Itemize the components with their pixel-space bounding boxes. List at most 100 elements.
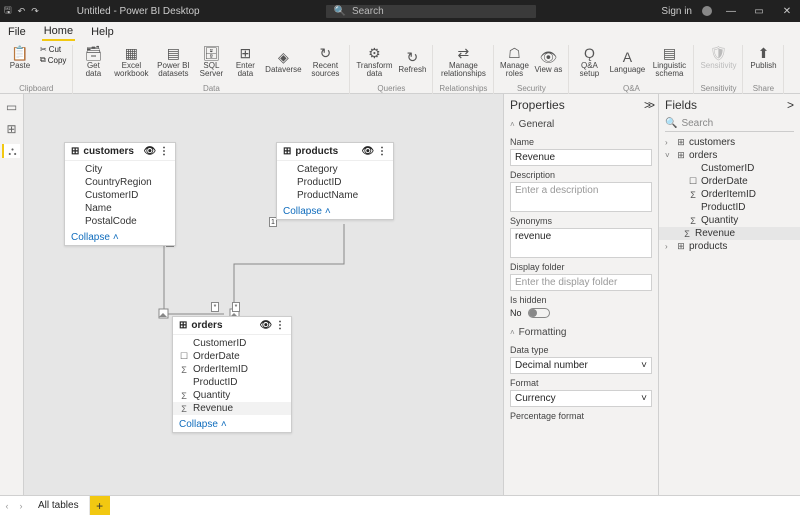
excel-icon: ▦ [123, 45, 139, 61]
field-productid[interactable]: ProductID [277, 176, 393, 189]
fields-title: Fields [665, 98, 697, 112]
expand-pane-icon[interactable]: > [787, 98, 794, 112]
field-customerid[interactable]: CustomerID [173, 337, 291, 350]
recent-sources-button[interactable]: ↻Recent sources [307, 45, 343, 78]
manage-roles-button[interactable]: ☖Manage roles [500, 45, 528, 78]
tree-field-productid[interactable]: ProductID [665, 201, 794, 214]
report-view-icon[interactable]: ▭ [5, 100, 19, 114]
collapse-link[interactable]: Collapse˄ [277, 204, 393, 219]
manage-relationships-button[interactable]: ⇄Manage relationships [445, 45, 481, 78]
section-general[interactable]: ˄General [510, 116, 652, 133]
properties-pane: Properties>> ˄General Name Revenue Descr… [503, 94, 658, 495]
titlebar: 🖫 ↶ ↷ Untitled - Power BI Desktop 🔍 Sear… [0, 0, 800, 22]
collapse-link[interactable]: Collapse˄ [65, 230, 175, 245]
field-quantity[interactable]: ΣQuantity [173, 389, 291, 402]
prop-syn-input[interactable]: revenue [510, 228, 652, 258]
minimize-button[interactable]: — [722, 6, 740, 17]
signin-link[interactable]: Sign in [661, 6, 692, 17]
prop-desc-input[interactable]: Enter a description [510, 182, 652, 212]
prop-datatype-select[interactable]: Decimal number˅ [510, 357, 652, 374]
qa-icon: Ǫ [581, 45, 597, 61]
field-category[interactable]: Category [277, 163, 393, 176]
view-rail: ▭ ⊞ ⛬ [0, 94, 24, 495]
close-button[interactable]: ✕ [778, 6, 796, 17]
search-box[interactable]: 🔍 Search [326, 5, 536, 18]
menu-file[interactable]: File [6, 24, 28, 40]
section-formatting[interactable]: ˄Formatting [510, 324, 652, 341]
tree-field-orderdate[interactable]: ☐OrderDate [665, 175, 794, 188]
table-products[interactable]: ⊞products👁 ⋮ Category ProductID ProductN… [276, 142, 394, 220]
field-customerid[interactable]: CustomerID [65, 189, 175, 202]
fields-search[interactable]: 🔍Search [665, 116, 794, 132]
maximize-button[interactable]: ▭ [750, 6, 768, 17]
field-productname[interactable]: ProductName [277, 189, 393, 202]
sensitivity-button[interactable]: 🛡Sensitivity [700, 45, 736, 70]
tree-field-quantity[interactable]: ΣQuantity [665, 214, 794, 227]
dataverse-icon: ◈ [275, 49, 291, 65]
table-more-icon[interactable]: 👁 ⋮ [144, 146, 169, 157]
table-orders[interactable]: ⊞orders👁 ⋮ CustomerID☐OrderDateΣOrderIte… [172, 316, 292, 433]
prop-hidden-toggle[interactable]: No [510, 308, 652, 318]
model-canvas[interactable]: 1 * 1 * ⊞customers👁 ⋮ City CountryRegion… [24, 94, 503, 495]
linguistic-schema-button[interactable]: ▤Linguistic schema [651, 45, 687, 78]
table-more-icon[interactable]: 👁 ⋮ [260, 320, 285, 331]
prop-folder-label: Display folder [510, 262, 652, 272]
pbi-datasets-button[interactable]: ▤Power BI datasets [155, 45, 191, 78]
tree-field-revenue[interactable]: ΣRevenue [659, 227, 800, 240]
save-icon[interactable]: 🖫 [4, 3, 12, 19]
tree-orders[interactable]: ˅⊞orders [665, 149, 794, 162]
refresh-button[interactable]: ↻Refresh [398, 45, 426, 78]
field-productid[interactable]: ProductID [173, 376, 291, 389]
collapse-link[interactable]: Collapse˄ [173, 417, 291, 432]
add-layout-button[interactable]: + [90, 496, 110, 515]
field-countryregion[interactable]: CountryRegion [65, 176, 175, 189]
enter-data-button[interactable]: ⊞Enter data [231, 45, 259, 78]
properties-title: Properties [510, 98, 565, 112]
get-data-button[interactable]: 🗃Get data [79, 45, 107, 78]
tree-customers[interactable]: ›⊞customers [665, 136, 794, 149]
field-orderitemid[interactable]: ΣOrderItemID [173, 363, 291, 376]
qa-setup-button[interactable]: ǪQ&A setup [575, 45, 603, 78]
chevron-up-icon: ˄ [221, 419, 227, 430]
copy-button[interactable]: ⧉Copy [40, 55, 66, 65]
collapse-pane-icon[interactable]: >> [644, 98, 652, 112]
chevron-down-icon: ˅ [641, 393, 647, 404]
field-city[interactable]: City [65, 163, 175, 176]
prop-format-select[interactable]: Currency˅ [510, 390, 652, 407]
field-orderdate[interactable]: ☐OrderDate [173, 350, 291, 363]
cut-button[interactable]: ✂Cut [40, 45, 66, 54]
table-customers[interactable]: ⊞customers👁 ⋮ City CountryRegion Custome… [64, 142, 176, 246]
language-button[interactable]: ALanguage [609, 45, 645, 78]
model-view-icon[interactable]: ⛬ [2, 144, 20, 158]
tree-products[interactable]: ›⊞products [665, 240, 794, 253]
field-type-icon: Σ [688, 216, 698, 226]
layout-tab-all-tables[interactable]: All tables [28, 496, 90, 515]
publish-button[interactable]: ⬆Publish [749, 45, 777, 70]
field-postalcode[interactable]: PostalCode [65, 215, 175, 228]
prop-desc-label: Description [510, 170, 652, 180]
tree-field-orderitemid[interactable]: ΣOrderItemID [665, 188, 794, 201]
excel-button[interactable]: ▦Excel workbook [113, 45, 149, 78]
view-as-button[interactable]: 👁View as [534, 45, 562, 78]
prop-folder-input[interactable]: Enter the display folder [510, 274, 652, 291]
tab-prev[interactable]: ‹ [0, 496, 14, 515]
user-avatar-icon[interactable] [702, 6, 712, 16]
dataverse-button[interactable]: ◈Dataverse [265, 45, 301, 78]
tree-field-customerid[interactable]: CustomerID [665, 162, 794, 175]
menu-help[interactable]: Help [89, 24, 116, 40]
field-type-icon: ☐ [179, 351, 189, 362]
sql-button[interactable]: 🗄SQL Server [197, 45, 225, 78]
search-icon: 🔍 [334, 6, 346, 17]
paste-button[interactable]: 📋Paste [6, 45, 34, 70]
undo-icon[interactable]: ↶ [18, 6, 26, 17]
table-more-icon[interactable]: 👁 ⋮ [362, 146, 387, 157]
chevron-down-icon: ˅ [641, 360, 647, 371]
field-name[interactable]: Name [65, 202, 175, 215]
menu-home[interactable]: Home [42, 23, 75, 41]
data-view-icon[interactable]: ⊞ [5, 122, 19, 136]
field-revenue[interactable]: ΣRevenue [173, 402, 291, 415]
prop-name-input[interactable]: Revenue [510, 149, 652, 166]
tab-next[interactable]: › [14, 496, 28, 515]
transform-button[interactable]: ⚙Transform data [356, 45, 392, 78]
redo-icon[interactable]: ↷ [31, 6, 39, 17]
